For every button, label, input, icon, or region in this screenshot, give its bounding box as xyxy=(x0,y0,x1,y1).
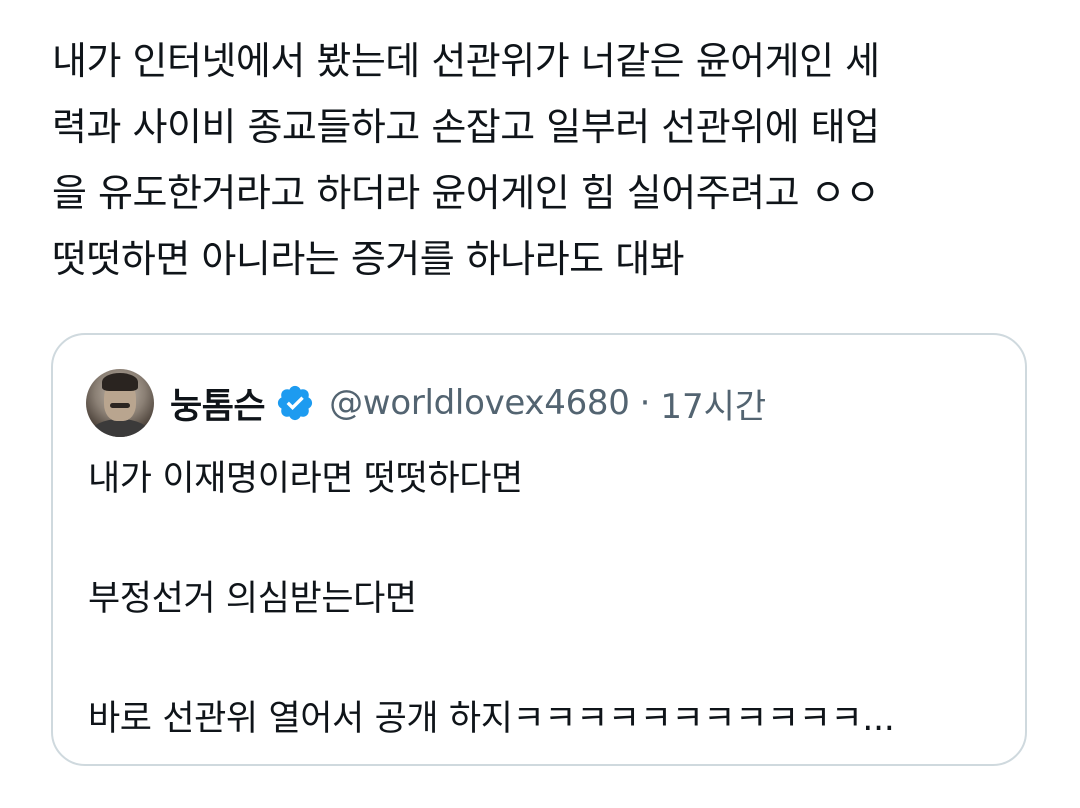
quoted-line-2: 부정선거 의심받는다면 xyxy=(88,579,417,619)
display-name[interactable]: 눙톰슨 xyxy=(170,378,266,429)
timestamp[interactable]: 17시간 xyxy=(660,379,766,428)
quoted-line-3: 바로 선관위 열어서 공개 하지ㅋㅋㅋㅋㅋㅋㅋㅋㅋㅋㅋ... xyxy=(88,699,895,739)
quoted-tweet-header: 눙톰슨 @worldlovex4680 · 17시간 xyxy=(86,369,766,437)
tweet-text-line-3: 을 유도한거라고 하더라 윤어게인 힘 실어주려고 ㅇㅇ xyxy=(52,171,880,215)
tweet-text: 내가 인터넷에서 봤는데 선관위가 너같은 윤어게인 세 력과 사이비 종교들하… xyxy=(52,28,1042,292)
tweet-text-line-4: 떳떳하면 아니라는 증거를 하나라도 대봐 xyxy=(52,237,685,281)
separator-dot: · xyxy=(639,383,651,423)
avatar[interactable] xyxy=(86,369,154,437)
tweet-text-line-2: 력과 사이비 종교들하고 손잡고 일부러 선관위에 태업 xyxy=(52,105,880,149)
quoted-tweet-card[interactable]: 눙톰슨 @worldlovex4680 · 17시간 내가 이재명이라면 떳떳하… xyxy=(51,333,1027,766)
verified-badge-icon xyxy=(275,383,315,423)
user-handle[interactable]: @worldlovex4680 xyxy=(329,383,630,423)
quoted-line-1: 내가 이재명이라면 떳떳하다면 xyxy=(88,459,523,499)
quoted-tweet-body: 내가 이재명이라면 떳떳하다면 부정선거 의심받는다면 바로 선관위 열어서 공… xyxy=(88,449,1008,749)
tweet-text-line-1: 내가 인터넷에서 봤는데 선관위가 너같은 윤어게인 세 xyxy=(52,39,880,83)
